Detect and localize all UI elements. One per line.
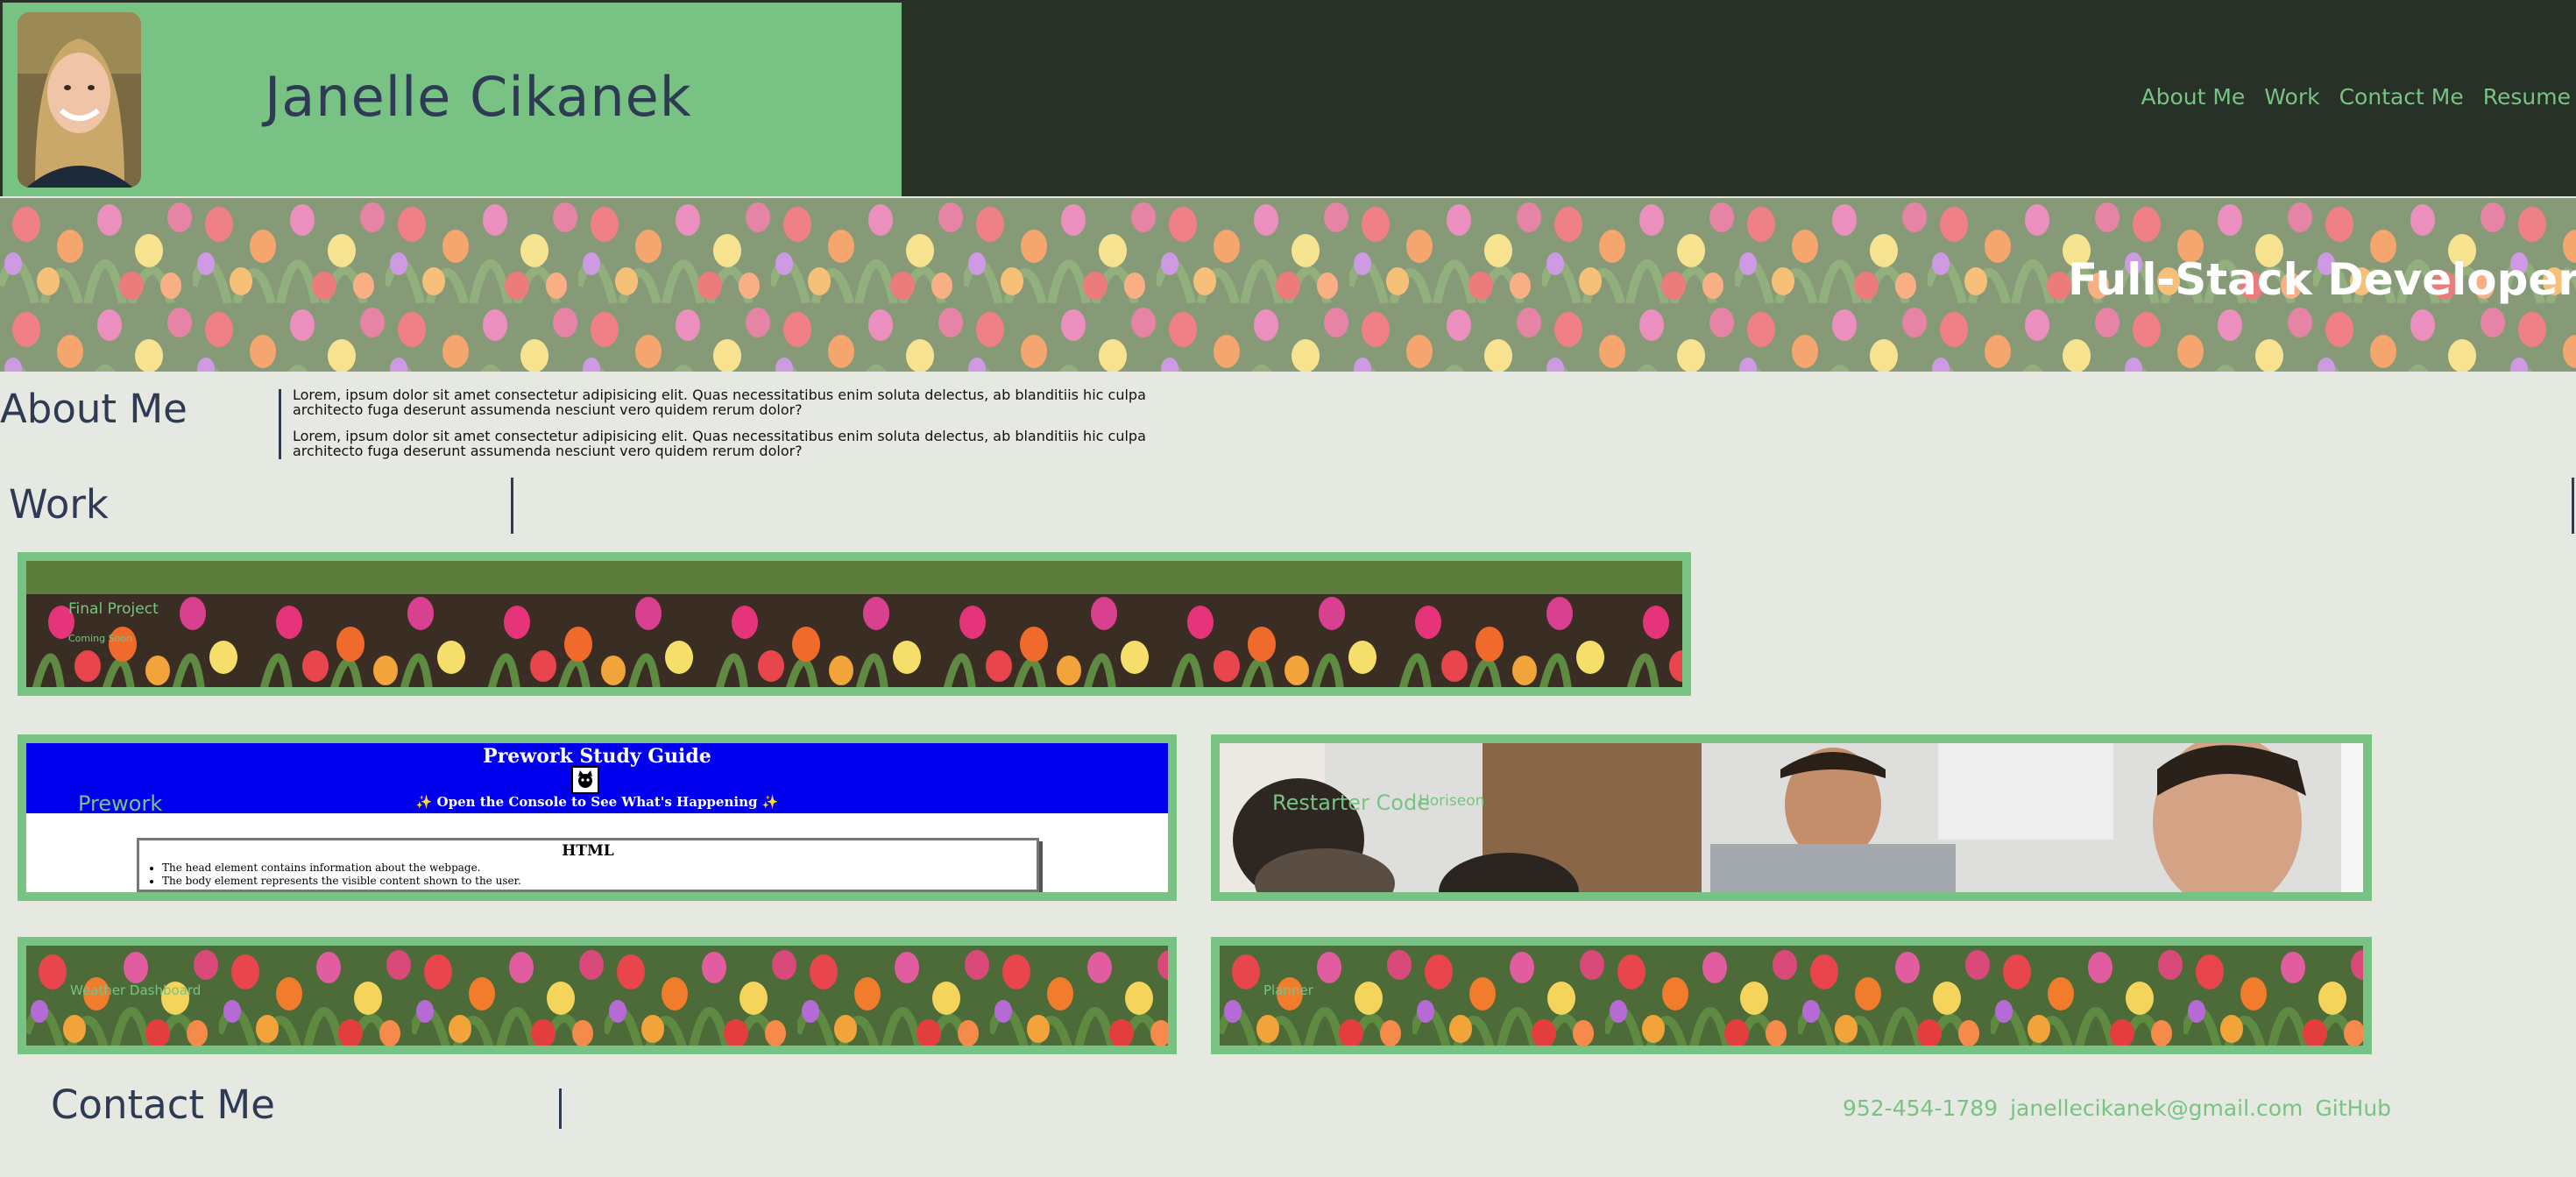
project-image bbox=[1220, 743, 2363, 892]
contact-divider bbox=[559, 1088, 562, 1129]
list-item: The head element contains information ab… bbox=[162, 861, 1037, 875]
edge-divider bbox=[2572, 478, 2574, 534]
screenshot-heading: Prework Study Guide bbox=[483, 745, 711, 768]
work-divider bbox=[511, 478, 513, 534]
about-text: Lorem, ipsum dolor sit amet consectetur … bbox=[293, 387, 1169, 470]
prework-screenshot: Prework Study Guide ✨ Open the Console t… bbox=[26, 743, 1168, 892]
project-title: Final Project bbox=[68, 600, 159, 618]
project-title: Restarter Code bbox=[1272, 791, 1430, 815]
screenshot-html-box: HTML The head element contains informati… bbox=[137, 838, 1039, 892]
screenshot-box-title: HTML bbox=[562, 842, 614, 860]
project-card-restarter[interactable]: Restarter Code Horiseon bbox=[1211, 734, 2372, 901]
work-heading: Work bbox=[9, 481, 109, 528]
main-nav: About Me Work Contact Me Resume bbox=[2141, 84, 2571, 110]
office-team-image bbox=[1220, 743, 2363, 892]
contact-info: 952-454-1789 janellecikanek@gmail.com Gi… bbox=[1843, 1095, 2391, 1121]
project-subtitle: Horiseon bbox=[1419, 792, 1485, 810]
tulip-bed-image bbox=[26, 561, 1682, 687]
screenshot-bullets: The head element contains information ab… bbox=[139, 861, 1037, 888]
project-card-4[interactable]: Weather Dashboard bbox=[18, 937, 1177, 1054]
email-link[interactable]: janellecikanek@gmail.com bbox=[2010, 1095, 2303, 1121]
project-card-final[interactable]: Final Project Coming Soon bbox=[18, 552, 1691, 696]
about-divider bbox=[279, 389, 281, 459]
contact-heading: Contact Me bbox=[51, 1081, 275, 1128]
site-title: Janelle Cikanek bbox=[265, 65, 692, 129]
screenshot-header: Prework Study Guide ✨ Open the Console t… bbox=[26, 743, 1168, 813]
nav-about-me[interactable]: About Me bbox=[2141, 84, 2245, 110]
portrait-image bbox=[18, 12, 141, 188]
project-title: Weather Dashboard bbox=[70, 982, 202, 998]
project-image bbox=[1220, 946, 2363, 1046]
project-title: Planner bbox=[1263, 982, 1313, 998]
project-image bbox=[26, 561, 1682, 687]
project-title: Prework bbox=[78, 791, 163, 816]
hero-tagline: Full-Stack Developer bbox=[2067, 254, 2576, 305]
about-paragraph: Lorem, ipsum dolor sit amet consectetur … bbox=[293, 386, 1146, 418]
screenshot-subheading: ✨ Open the Console to See What's Happeni… bbox=[415, 794, 779, 810]
project-card-5[interactable]: Planner bbox=[1211, 937, 2372, 1054]
tulip-image bbox=[1220, 946, 2363, 1046]
nav-work[interactable]: Work bbox=[2264, 84, 2319, 110]
project-subtitle: Coming Soon bbox=[68, 633, 133, 644]
list-item: The body element represents the visible … bbox=[162, 875, 1037, 888]
nav-contact-me[interactable]: Contact Me bbox=[2339, 84, 2464, 110]
about-paragraph: Lorem, ipsum dolor sit amet consectetur … bbox=[293, 428, 1146, 459]
project-card-prework[interactable]: Prework Study Guide ✨ Open the Console t… bbox=[18, 734, 1177, 901]
about-heading: About Me bbox=[0, 386, 188, 432]
nav-resume[interactable]: Resume bbox=[2483, 84, 2571, 110]
avatar bbox=[18, 12, 141, 188]
cat-icon bbox=[571, 766, 599, 794]
phone-link[interactable]: 952-454-1789 bbox=[1843, 1095, 1998, 1121]
github-link[interactable]: GitHub bbox=[2315, 1095, 2391, 1121]
